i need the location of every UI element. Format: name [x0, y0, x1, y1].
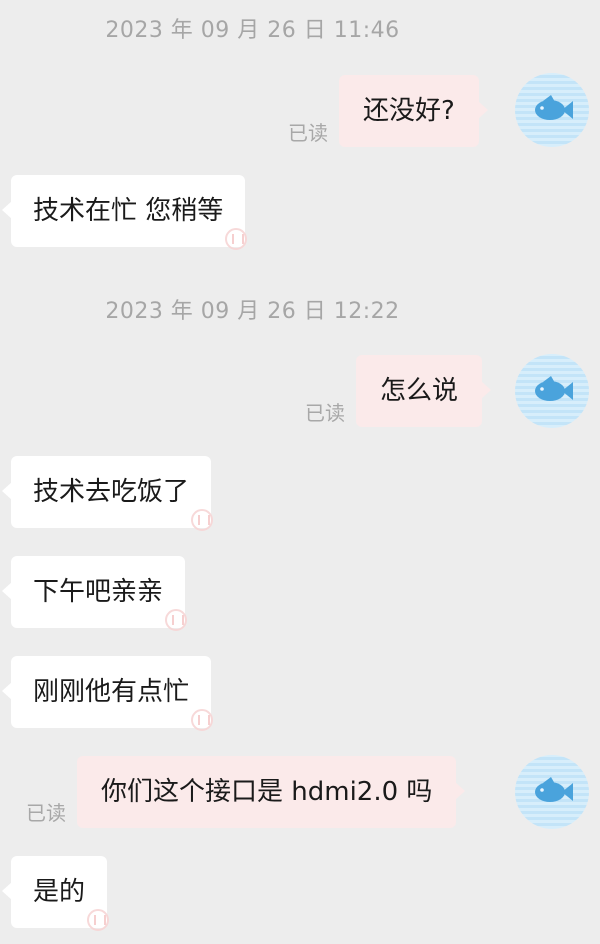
watermark-icon [191, 509, 214, 531]
user-avatar[interactable] [515, 73, 589, 147]
timestamp: 2023 年 09 月 26 日 12:22 [105, 299, 400, 324]
outgoing-message-bubble[interactable]: 你们这个接口是 hdmi2.0 吗 [77, 756, 466, 828]
read-status: 已读 [288, 121, 328, 145]
message-text: 还没好? [363, 96, 455, 126]
timestamp: 2023 年 09 月 26 日 11:46 [105, 18, 400, 43]
message-text: 你们这个接口是 hdmi2.0 吗 [101, 777, 433, 807]
incoming-message-bubble[interactable]: 刚刚他有点忙 [1, 656, 214, 731]
watermark-icon [191, 709, 214, 731]
read-status: 已读 [305, 401, 345, 425]
incoming-message-bubble[interactable]: 是的 [1, 856, 110, 931]
incoming-message-bubble[interactable]: 技术在忙 您稍等 [1, 175, 248, 250]
fish-icon [535, 376, 573, 401]
user-avatar[interactable] [515, 755, 589, 829]
message-text: 怎么说 [380, 376, 459, 406]
message-text: 技术去吃饭了 [33, 477, 190, 507]
incoming-message-bubble[interactable]: 下午吧亲亲 [1, 556, 188, 631]
fish-icon [535, 95, 573, 120]
message-text: 下午吧亲亲 [33, 577, 164, 607]
message-text: 是的 [33, 877, 86, 907]
fish-icon [535, 777, 573, 802]
message-text: 技术在忙 您稍等 [33, 196, 224, 226]
read-status: 已读 [26, 801, 66, 825]
watermark-icon [87, 909, 110, 931]
outgoing-message-bubble[interactable]: 还没好? [339, 75, 488, 147]
outgoing-message-bubble[interactable]: 怎么说 [356, 355, 492, 427]
watermark-icon [225, 228, 248, 250]
message-text: 刚刚他有点忙 [33, 677, 190, 707]
incoming-message-bubble[interactable]: 技术去吃饭了 [1, 456, 214, 531]
watermark-icon [165, 609, 188, 631]
user-avatar[interactable] [515, 354, 589, 428]
